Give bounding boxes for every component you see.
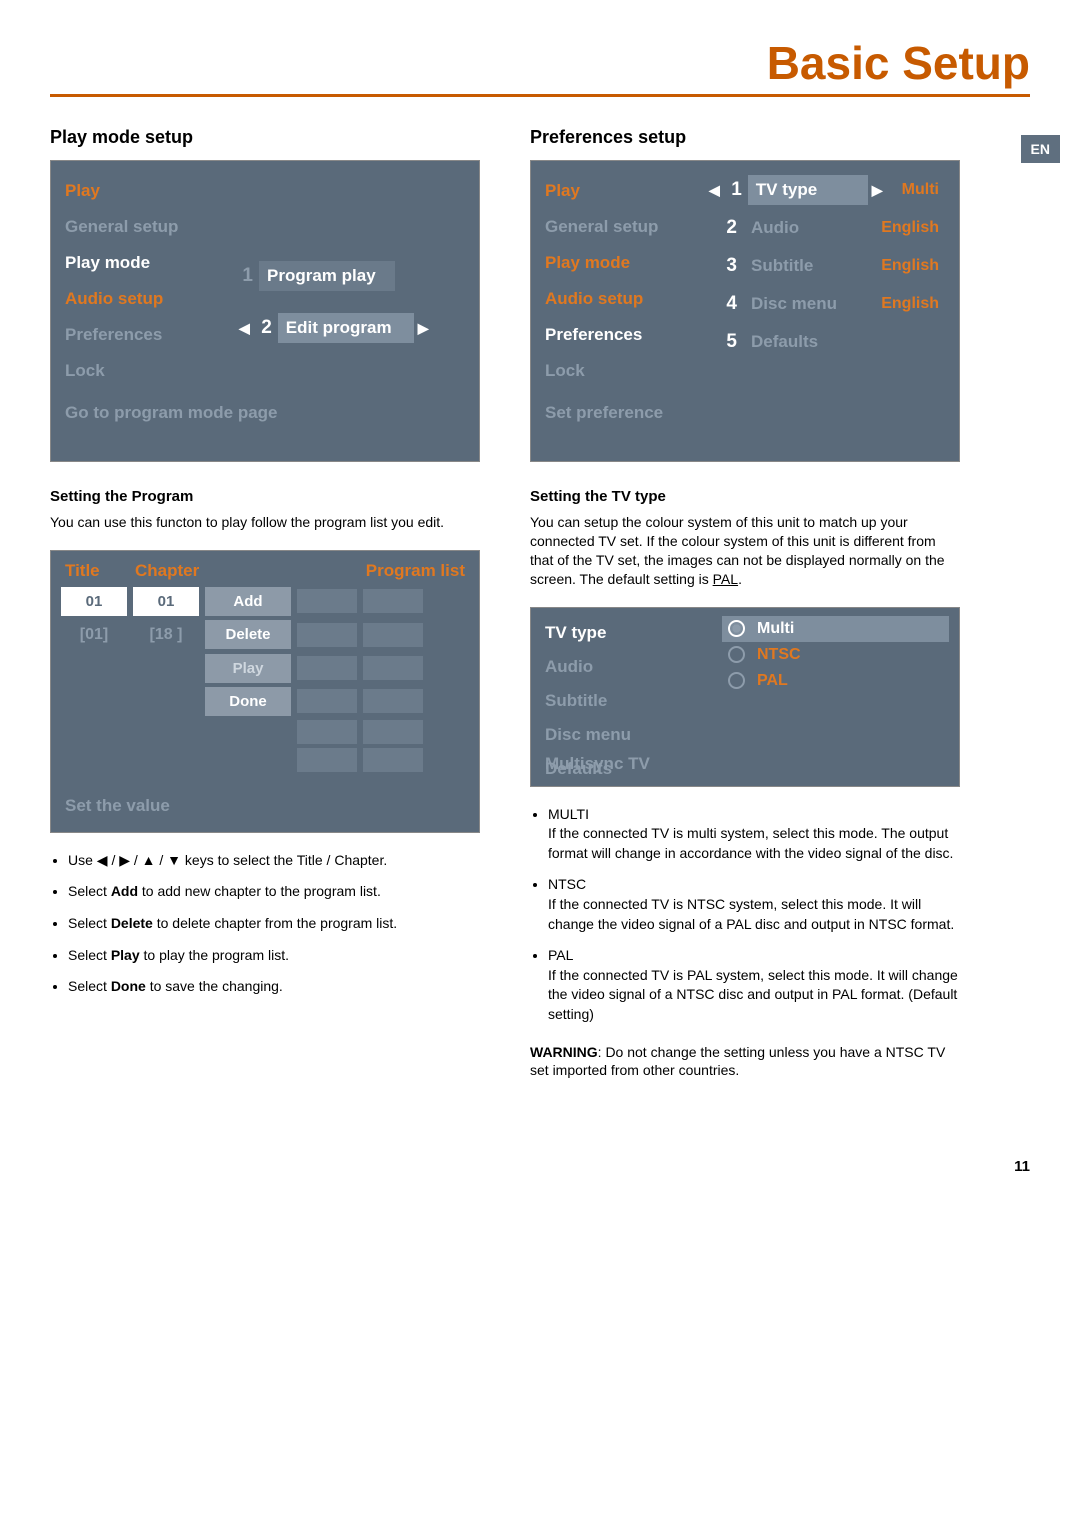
list-item: Use ◀ / ▶ / ▲ / ▼ keys to select the Tit… (68, 851, 480, 871)
preferences-heading: Preferences setup (530, 127, 960, 148)
n2: 2 (719, 217, 737, 239)
row1-num: 1 (235, 265, 253, 287)
left-arrow-icon: ◀ (235, 320, 254, 337)
play-mode-heading: Play mode setup (50, 127, 480, 148)
menu-general: General setup (65, 209, 235, 245)
slot (363, 720, 423, 744)
subtitle-val: English (881, 257, 951, 275)
menu-general: General setup (545, 209, 705, 245)
play-button: Play (205, 654, 291, 683)
list-item: Select Delete to delete chapter from the… (68, 914, 480, 934)
slot (363, 689, 423, 713)
defaults: Defaults (743, 327, 879, 357)
right-bullets: MULTIIf the connected TV is multi system… (530, 805, 960, 1025)
list-item: Select Add to add new chapter to the pro… (68, 882, 480, 902)
setting-tvtype-body: You can setup the colour system of this … (530, 513, 960, 589)
right-arrow-icon: ▶ (414, 320, 433, 337)
slot (363, 748, 423, 772)
slot (297, 623, 357, 647)
hdr-chapter: Chapter (135, 561, 225, 581)
multi-option: Multi (722, 616, 949, 642)
left-bullets: Use ◀ / ▶ / ▲ / ▼ keys to select the Tit… (50, 851, 480, 997)
audio-val: English (881, 219, 951, 237)
list-item: PALIf the connected TV is PAL system, se… (548, 946, 960, 1024)
slot (297, 589, 357, 613)
list-item: Select Play to play the program list. (68, 946, 480, 966)
left-arrow-icon: ◀ (705, 182, 724, 199)
pref-osd-footer: Set preference (531, 389, 959, 437)
radio-icon (728, 672, 745, 689)
preferences-osd: Play General setup Play mode Audio setup… (530, 160, 960, 462)
delete-button: Delete (205, 620, 291, 649)
slot (297, 748, 357, 772)
setting-tvtype-heading: Setting the TV type (530, 488, 960, 505)
discmenu: Disc menu (743, 289, 879, 319)
radio-icon (728, 620, 745, 637)
discmenu: Disc menu (545, 718, 720, 752)
slot (297, 720, 357, 744)
radio-icon (728, 646, 745, 663)
tvtype-osd: TV type Audio Subtitle Disc menu Default… (530, 607, 960, 787)
setting-program-body: You can use this functon to play follow … (50, 513, 480, 532)
left-column: Play mode setup Play General setup Play … (50, 127, 480, 1098)
title-max: [01] (61, 620, 127, 650)
setting-program-heading: Setting the Program (50, 488, 480, 505)
audio: Audio (545, 650, 720, 684)
pal-option: PAL (722, 668, 949, 694)
language-tab: EN (1021, 135, 1060, 163)
slot (297, 656, 357, 680)
ntsc-option: NTSC (722, 642, 949, 668)
menu-playmode: Play mode (65, 245, 235, 281)
subtitle: Subtitle (743, 251, 879, 281)
n4: 4 (719, 293, 737, 315)
menu-play: Play (65, 173, 235, 209)
play-mode-osd: Play General setup Play mode Audio setup… (50, 160, 480, 462)
list-item: Select Done to save the changing. (68, 977, 480, 997)
tvtype-osd-footer: Multisync TV (545, 754, 650, 774)
slot (297, 689, 357, 713)
title-value: 01 (61, 587, 127, 616)
list-item: MULTIIf the connected TV is multi system… (548, 805, 960, 864)
page-title: Basic Setup (50, 36, 1030, 97)
list-item: NTSCIf the connected TV is NTSC system, … (548, 875, 960, 934)
slot (363, 623, 423, 647)
page-number: 11 (50, 1158, 1030, 1175)
tvtype-val: Multi (902, 181, 951, 199)
done-button: Done (205, 687, 291, 716)
warning-text: WARNING: Do not change the setting unles… (530, 1043, 960, 1081)
subtitle: Subtitle (545, 684, 720, 718)
menu-audiosetup: Audio setup (545, 281, 705, 317)
program-play: Program play (259, 261, 395, 291)
hdr-programlist: Program list (366, 561, 465, 581)
add-button: Add (205, 587, 291, 616)
program-osd-footer: Set the value (51, 774, 479, 828)
audio: Audio (743, 213, 879, 243)
tv-type: TV type (545, 616, 720, 650)
slot (363, 656, 423, 680)
hdr-title: Title (65, 561, 135, 581)
menu-play: Play (545, 173, 705, 209)
right-arrow-icon: ▶ (868, 182, 887, 199)
chapter-max: [18 ] (133, 620, 199, 650)
menu-audiosetup: Audio setup (65, 281, 235, 317)
discmenu-val: English (881, 295, 951, 313)
menu-playmode: Play mode (545, 245, 705, 281)
menu-preferences: Preferences (65, 317, 235, 353)
n3: 3 (719, 255, 737, 277)
menu-preferences: Preferences (545, 317, 705, 353)
edit-program: Edit program (278, 313, 414, 343)
right-column: Preferences setup Play General setup Pla… (530, 127, 960, 1098)
n1: 1 (724, 179, 742, 201)
tvtype: TV type (748, 175, 868, 205)
n5: 5 (719, 331, 737, 353)
menu-lock: Lock (545, 353, 705, 389)
program-list-osd: Title Chapter Program list 01 01 Add [01… (50, 550, 480, 833)
slot (363, 589, 423, 613)
chapter-value: 01 (133, 587, 199, 616)
menu-lock: Lock (65, 353, 235, 389)
osd-footer: Go to program mode page (51, 389, 479, 437)
row2-num: 2 (254, 317, 272, 339)
